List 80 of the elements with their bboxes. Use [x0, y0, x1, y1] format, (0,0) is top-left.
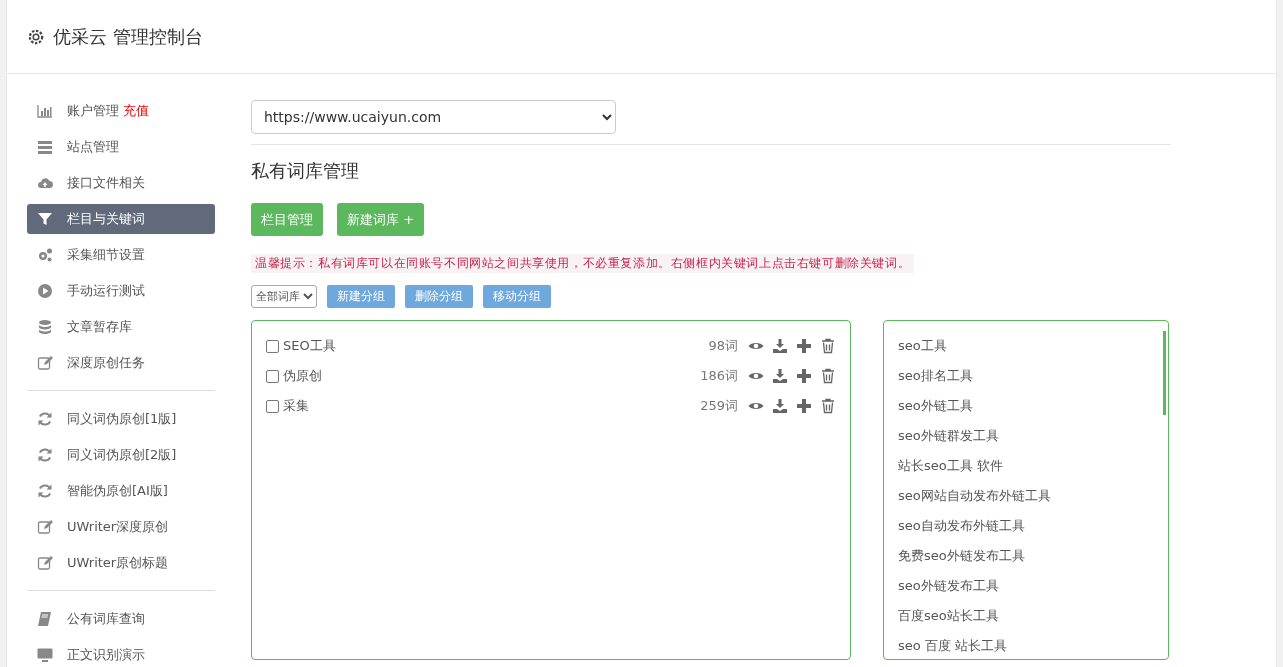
sidebar-label: 正文识别演示	[67, 646, 145, 664]
filter-icon	[37, 211, 53, 227]
keyword-item[interactable]: 百度seo站长工具	[898, 601, 1154, 631]
sidebar-label: UWriter深度原创	[67, 518, 169, 536]
library-name: 采集	[283, 397, 309, 415]
book-icon	[37, 611, 53, 627]
sidebar-item[interactable]: 采集细节设置	[27, 240, 215, 270]
sidebar-item[interactable]: 接口文件相关	[27, 168, 215, 198]
download-icon[interactable]	[772, 368, 788, 384]
sidebar-label: 文章暂存库	[67, 318, 132, 336]
sidebar-label: 站点管理	[67, 138, 119, 156]
add-icon[interactable]	[796, 368, 812, 384]
download-icon[interactable]	[772, 338, 788, 354]
sidebar-label: 栏目与关键词	[67, 210, 145, 228]
keyword-item[interactable]: seo排名工具	[898, 361, 1154, 391]
sidebar-item[interactable]: 文章暂存库	[27, 312, 215, 342]
sidebar-item[interactable]: UWriter深度原创	[27, 512, 215, 542]
sidebar-label: 采集细节设置	[67, 246, 145, 264]
keyword-item[interactable]: 站长seo工具 软件	[898, 451, 1154, 481]
add-icon[interactable]	[796, 338, 812, 354]
edit-icon	[37, 355, 53, 371]
keyword-item[interactable]: 免费seo外链发布工具	[898, 541, 1154, 571]
sidebar-label: 手动运行测试	[67, 282, 145, 300]
keyword-item[interactable]: seo外链发布工具	[898, 571, 1154, 601]
site-select[interactable]: https://www.ucaiyun.com	[251, 100, 616, 134]
database-icon	[37, 319, 53, 335]
keyword-item[interactable]: seo外链工具	[898, 391, 1154, 421]
settings-icon	[27, 27, 45, 46]
group-select[interactable]: 全部词库	[251, 285, 317, 308]
sidebar-item[interactable]: 同义词伪原创[2版]	[27, 440, 215, 470]
keyword-item[interactable]: seo自动发布外链工具	[898, 511, 1154, 541]
checkbox[interactable]	[266, 369, 279, 383]
sidebar-item[interactable]: 站点管理	[27, 132, 215, 162]
sidebar-label: 账户管理 充值	[67, 102, 149, 120]
sidebar-item[interactable]: 栏目与关键词	[27, 204, 215, 234]
console-title: 优采云 管理控制台	[53, 24, 203, 49]
edit-icon	[37, 555, 53, 571]
checkbox[interactable]	[266, 339, 279, 353]
keyword-item[interactable]: seo网站自动发布外链工具	[898, 481, 1154, 511]
delete-icon[interactable]	[820, 338, 836, 354]
sidebar-label: UWriter原创标题	[67, 554, 169, 572]
monitor-icon	[37, 647, 53, 663]
keyword-item[interactable]: seo 百度 站长工具	[898, 631, 1154, 661]
sidebar-label: 同义词伪原创[2版]	[67, 446, 177, 464]
sidebar-item[interactable]: 智能伪原创[AI版]	[27, 476, 215, 506]
sidebar-item[interactable]: 同义词伪原创[1版]	[27, 404, 215, 434]
delete-icon[interactable]	[820, 368, 836, 384]
sidebar-item[interactable]: 正文识别演示	[27, 640, 215, 667]
download-icon[interactable]	[772, 398, 788, 414]
library-name: SEO工具	[283, 337, 336, 355]
checkbox[interactable]	[266, 399, 279, 413]
sidebar-item[interactable]: 手动运行测试	[27, 276, 215, 306]
sidebar-item[interactable]: UWriter原创标题	[27, 548, 215, 578]
library-name: 伪原创	[283, 367, 322, 385]
gears-icon	[37, 247, 53, 263]
sidebar-label: 深度原创任务	[67, 354, 145, 372]
cloud-upload-icon	[37, 175, 53, 191]
sidebar-item[interactable]: 深度原创任务	[27, 348, 215, 378]
bar-chart-icon	[37, 103, 53, 119]
sidebar-label: 公有词库查询	[67, 610, 145, 628]
refresh-icon	[37, 483, 53, 499]
word-count: 186词	[700, 367, 738, 385]
sidebar-item[interactable]: 账户管理 充值	[27, 96, 215, 126]
sidebar-label: 同义词伪原创[1版]	[67, 410, 177, 428]
tip-text: 温馨提示：私有词库可以在同账号不同网站之间共享使用，不必重复添加。右侧框内关键词上点击右键可删除关键词。	[251, 254, 915, 273]
keyword-item[interactable]: seo外链群发工具	[898, 421, 1154, 451]
sidebar-label: 接口文件相关	[67, 174, 145, 192]
edit-icon	[37, 519, 53, 535]
section-heading: 私有词库管理	[251, 159, 360, 183]
word-count: 259词	[700, 397, 738, 415]
sidebar-label: 智能伪原创[AI版]	[67, 482, 168, 500]
keyword-item[interactable]: seo工具	[898, 331, 1154, 361]
refresh-icon	[37, 447, 53, 463]
add-icon[interactable]	[796, 398, 812, 414]
server-icon	[37, 139, 53, 155]
refresh-icon	[37, 411, 53, 427]
word-count: 98词	[708, 337, 738, 355]
play-icon	[37, 283, 53, 299]
sidebar-item[interactable]: 公有词库查询	[27, 604, 215, 634]
delete-icon[interactable]	[820, 398, 836, 414]
